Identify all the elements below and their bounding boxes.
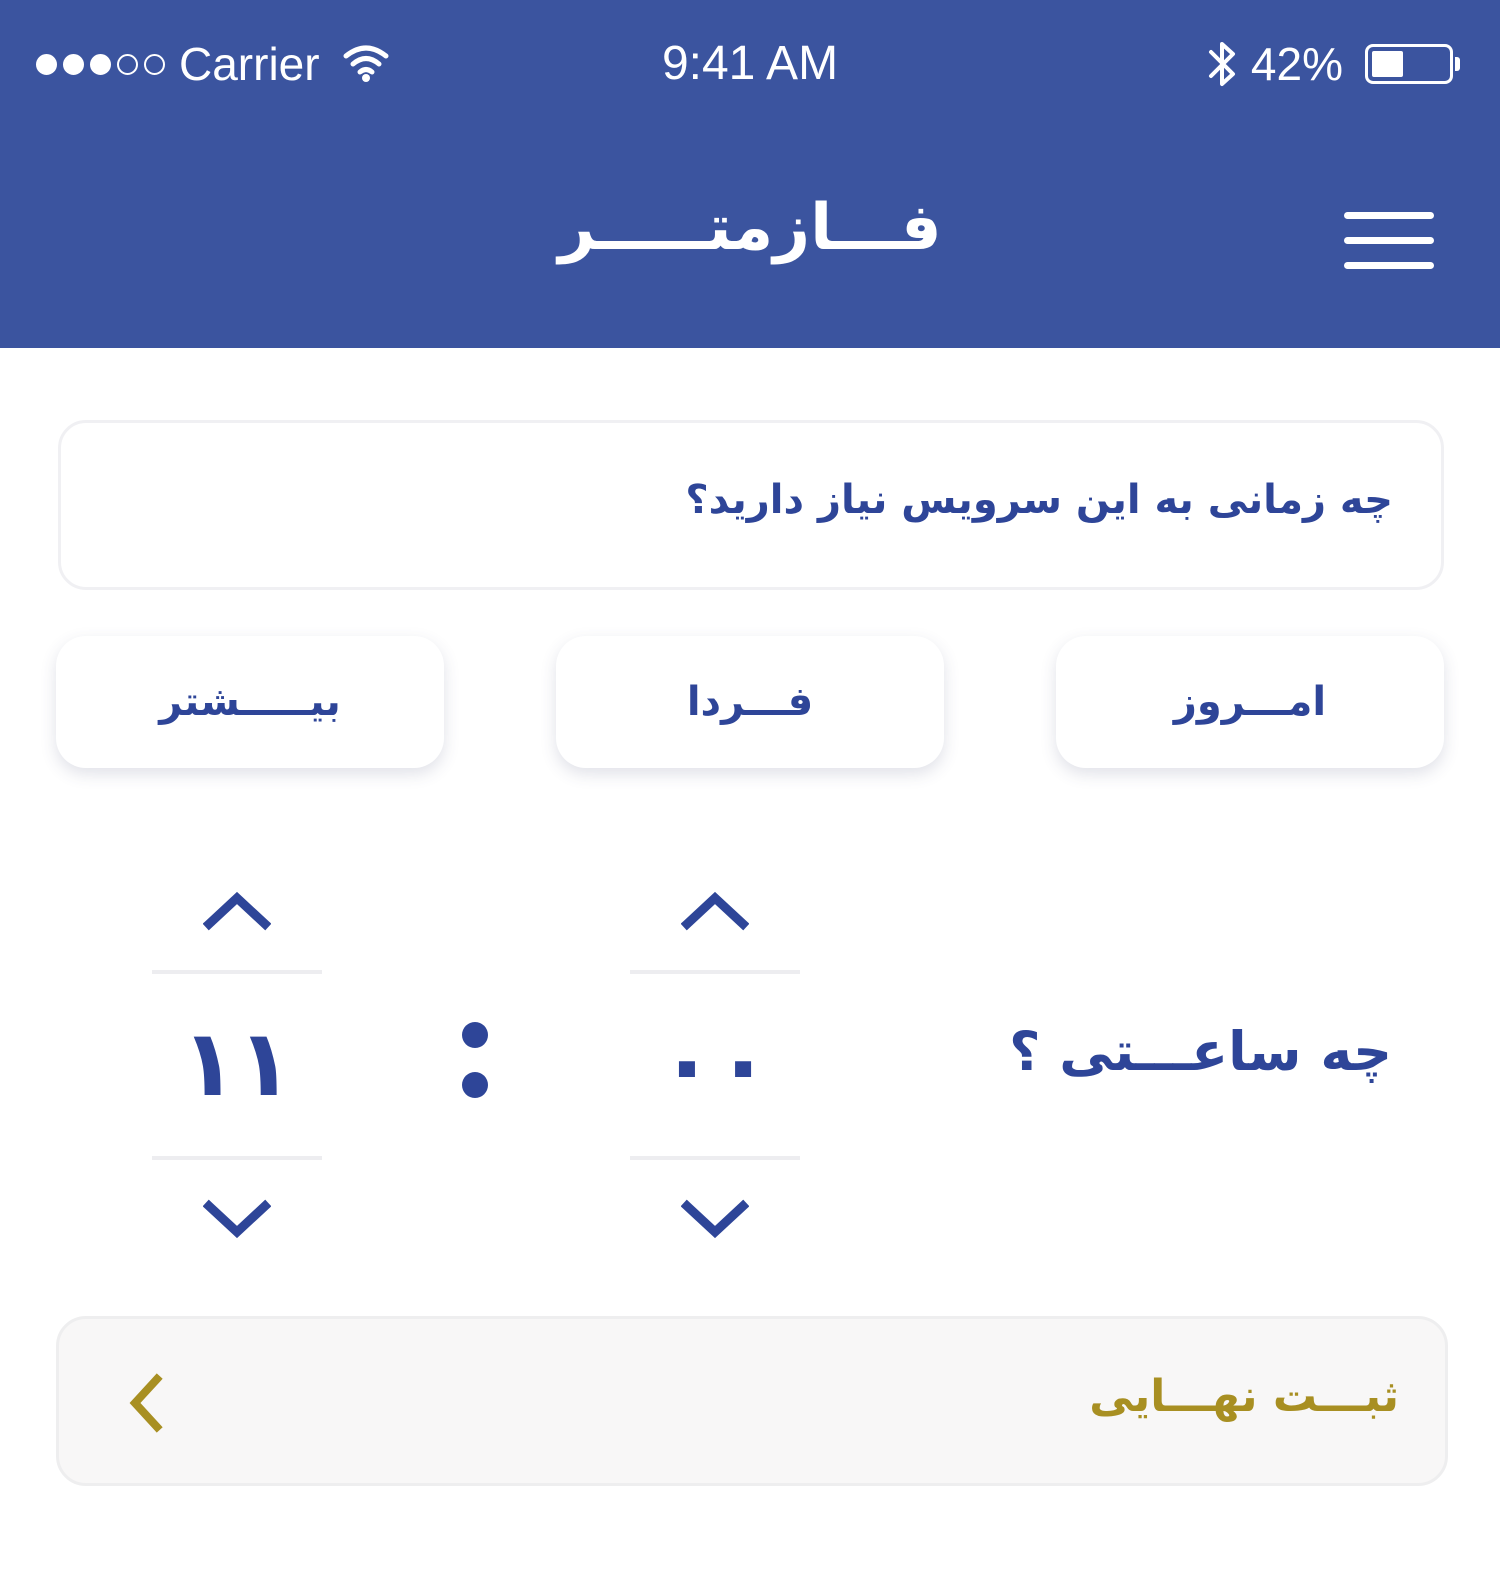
battery-percentage: 42% [1250, 38, 1343, 90]
hamburger-menu-icon[interactable] [1344, 206, 1434, 276]
battery-body [1365, 44, 1453, 84]
battery-icon [1365, 44, 1460, 84]
chevron-left-icon [129, 1373, 163, 1433]
hour-down-chevron-down-icon[interactable] [203, 1194, 271, 1244]
spinner-divider [630, 970, 800, 974]
signal-dot [144, 53, 165, 75]
hour-spinner: ۱۱ [152, 870, 322, 1250]
status-right: 42% [1207, 36, 1460, 92]
status-bar: Carrier 9:41 AM 42% [0, 0, 1500, 130]
signal-dot [36, 53, 57, 75]
battery-cap [1455, 57, 1460, 71]
minute-up-chevron-up-icon[interactable] [681, 886, 749, 936]
menu-line [1344, 212, 1434, 219]
colon-dot [462, 1022, 488, 1048]
question-card: چه زمانی به این سرویس نیاز دارید؟ [58, 420, 1444, 590]
signal-strength-icon [36, 53, 165, 75]
day-option-more-button[interactable]: بیـــــشتر [56, 636, 444, 768]
minute-down-chevron-down-icon[interactable] [681, 1194, 749, 1244]
menu-line [1344, 237, 1434, 244]
app-header: Carrier 9:41 AM 42% فـــازمتـــــر [0, 0, 1500, 348]
day-option-today-button[interactable]: امـــروز [1056, 636, 1444, 768]
status-left: Carrier [36, 36, 390, 92]
spinner-divider [630, 1156, 800, 1160]
final-submit-button[interactable]: ثبـــت نهـــایی [56, 1316, 1448, 1486]
carrier-name: Carrier [179, 38, 320, 90]
wifi-icon [343, 45, 389, 82]
battery-level [1372, 51, 1404, 77]
time-question-label: چه ساعـــتی ؟ [1009, 1020, 1392, 1083]
signal-dot [90, 53, 111, 75]
status-time: 9:41 AM [661, 37, 839, 90]
time-separator-colon [458, 1022, 492, 1098]
colon-dot [462, 1072, 488, 1098]
question-text: چه زمانی به این سرویس نیاز دارید؟ [685, 477, 1393, 523]
menu-line [1344, 262, 1434, 269]
signal-dot [63, 53, 84, 75]
spinner-divider [152, 1156, 322, 1160]
spinner-divider [152, 970, 322, 974]
submit-label: ثبـــت نهـــایی [1089, 1371, 1399, 1422]
bluetooth-icon [1208, 42, 1235, 86]
day-option-tomorrow-button[interactable]: فـــردا [556, 636, 944, 768]
minute-value[interactable]: ۰۰ [630, 988, 800, 1138]
hour-up-chevron-up-icon[interactable] [203, 886, 271, 936]
hour-value[interactable]: ۱۱ [152, 988, 322, 1138]
app-title: فـــازمتـــــر [558, 191, 942, 265]
minute-spinner: ۰۰ [630, 870, 800, 1250]
signal-dot [117, 53, 138, 75]
